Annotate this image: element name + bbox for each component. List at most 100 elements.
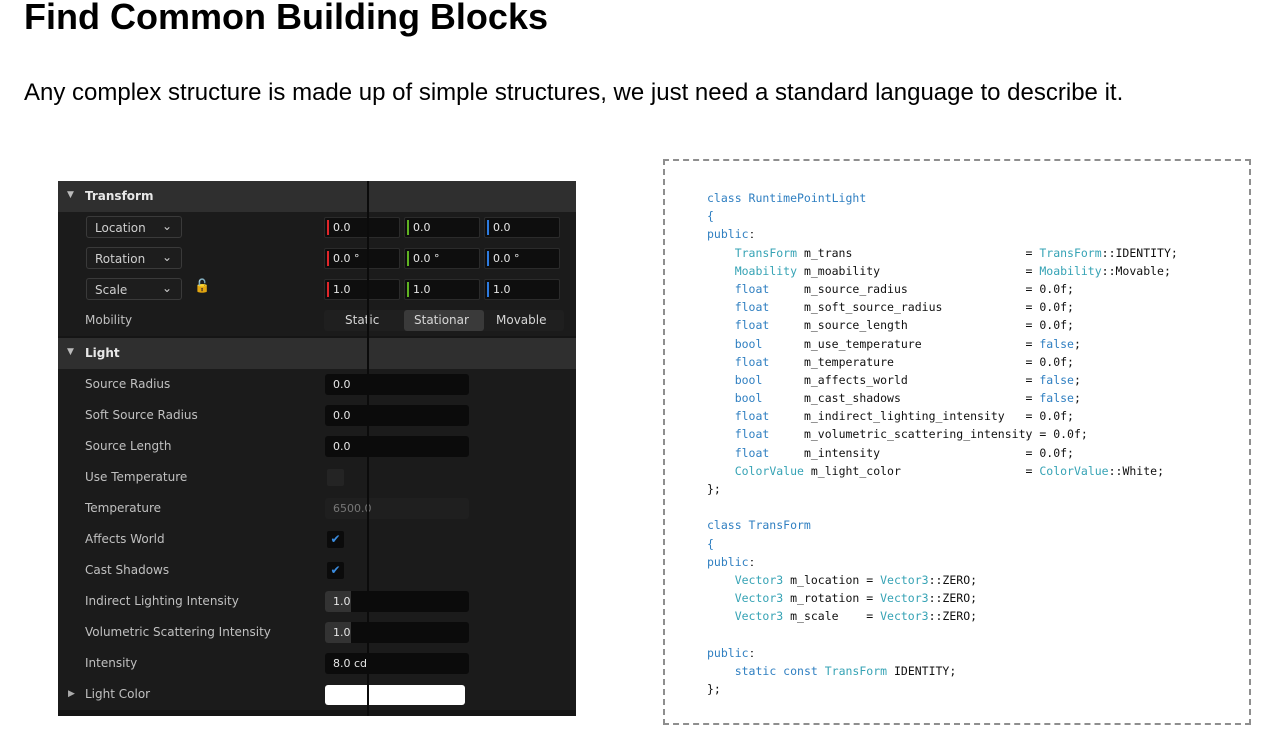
code-token: ː	[748, 554, 756, 569]
location-row: Location ⌄ 0.0 0.0 0.0	[58, 212, 576, 243]
code-token: m_source_radius = 0.0f;	[769, 281, 1074, 296]
collapse-arrow-icon[interactable]: ▼	[67, 190, 74, 200]
code-line: bool m_cast_shadows = false;	[707, 389, 1178, 407]
checkmark-icon: ✔	[330, 532, 341, 546]
code-line: TransForm m_trans = TransForm::IDENTITY;	[707, 244, 1178, 262]
code-token: m_use_temperature =	[762, 336, 1040, 351]
code-token: bool	[734, 391, 763, 406]
use-temperature-row: Use Temperature	[58, 462, 576, 493]
code-token: public	[707, 554, 749, 569]
source-length-field[interactable]: 0.0	[325, 436, 469, 457]
code-line: float m_soft_source_radius = 0.0f;	[707, 298, 1178, 316]
code-token: m_light_color =	[803, 463, 1040, 478]
code-token: };	[707, 682, 721, 697]
scale-row: Scale ⌄ 🔓 1.0 1.0 1.0	[58, 274, 576, 305]
code-token: ::ZERO;	[928, 572, 978, 587]
code-token: ː	[748, 645, 756, 660]
code-line: Moability m_moability = Moability::Movab…	[707, 262, 1178, 280]
code-token: bool	[734, 372, 763, 387]
code-token: Vector3	[880, 609, 929, 624]
mobility-static-option[interactable]: Static	[345, 313, 379, 327]
code-token: IDENTITY;	[887, 663, 957, 678]
code-token: false	[1039, 336, 1074, 351]
volumetric-scattering-row: Volumetric Scattering Intensity 1.0	[58, 617, 576, 648]
code-line: ColorValue m_light_color = ColorValue::W…	[707, 462, 1178, 480]
chevron-down-icon: ⌄	[161, 219, 172, 233]
rotation-dropdown[interactable]: Rotation ⌄	[86, 247, 182, 269]
code-token: TransForm	[734, 245, 798, 260]
scale-dropdown[interactable]: Scale ⌄	[86, 278, 182, 300]
scale-z-field[interactable]: 1.0	[484, 279, 560, 300]
section-title: Transform	[85, 189, 154, 203]
column-divider	[367, 181, 369, 716]
mobility-stationary-option[interactable]: Stationar	[414, 313, 469, 327]
rotation-y-field[interactable]: 0.0 °	[404, 248, 480, 269]
cast-shadows-checkbox[interactable]: ✔	[327, 562, 344, 579]
code-token: false	[1039, 391, 1074, 406]
affects-world-row: Affects World ✔	[58, 524, 576, 555]
code-token: ::ZERO;	[928, 591, 978, 606]
code-token: };	[707, 482, 721, 496]
unlock-icon[interactable]: 🔓	[194, 279, 210, 294]
mobility-movable-option[interactable]: Movable	[496, 313, 546, 327]
affects-world-checkbox[interactable]: ✔	[327, 531, 344, 548]
source-length-row: Source Length 0.0	[58, 431, 576, 462]
code-token: ::White;	[1108, 463, 1164, 478]
temperature-field[interactable]: 6500.0	[325, 498, 469, 519]
code-token: float	[734, 427, 770, 442]
use-temperature-checkbox[interactable]	[327, 469, 344, 486]
collapse-arrow-icon[interactable]: ▼	[67, 347, 74, 357]
code-token: bool	[734, 336, 763, 351]
code-line: float m_indirect_lighting_intensity = 0.…	[707, 407, 1178, 425]
slide-title: Find Common Building Blocks	[24, 0, 548, 37]
location-z-field[interactable]: 0.0	[484, 217, 560, 238]
code-token: float	[734, 409, 770, 424]
source-radius-field[interactable]: 0.0	[325, 374, 469, 395]
location-dropdown[interactable]: Location ⌄	[86, 216, 182, 238]
intensity-field[interactable]: 8.0 cd	[325, 653, 469, 674]
code-line: publicː	[707, 225, 1178, 243]
code-token: ::ZERO;	[928, 609, 978, 624]
cast-shadows-row: Cast Shadows ✔	[58, 555, 576, 586]
location-y-field[interactable]: 0.0	[404, 217, 480, 238]
indirect-lighting-field[interactable]: 1.0	[325, 591, 469, 612]
code-token: float	[734, 445, 770, 460]
slide-subtitle: Any complex structure is made up of simp…	[24, 79, 1124, 106]
code-token: Moability	[734, 263, 798, 278]
code-token: float	[734, 354, 770, 369]
code-token: static const	[734, 663, 818, 678]
volumetric-scattering-field[interactable]: 1.0	[325, 622, 469, 643]
code-token: ;	[1073, 372, 1081, 387]
code-token: public	[707, 227, 749, 242]
location-x-field[interactable]: 0.0	[324, 217, 400, 238]
code-line: class TransForm	[707, 516, 1178, 534]
code-line: publicː	[707, 644, 1178, 662]
scale-x-field[interactable]: 1.0	[324, 279, 400, 300]
code-token: false	[1039, 372, 1074, 387]
soft-source-radius-row: Soft Source Radius 0.0	[58, 400, 576, 431]
mobility-label: Mobility	[85, 313, 133, 327]
section-light[interactable]: ▼ Light	[58, 338, 576, 369]
details-panel: ▼ Transform Location ⌄ 0.0 0.0 0.0 Rotat…	[58, 181, 576, 716]
code-line: float m_volumetric_scattering_intensity …	[707, 425, 1178, 443]
mobility-segmented-control: Static Stationar Movable	[324, 310, 564, 331]
code-token: Vector3	[880, 572, 929, 587]
section-transform[interactable]: ▼ Transform	[58, 181, 576, 212]
rotation-x-field[interactable]: 0.0 °	[324, 248, 400, 269]
light-color-row: ▶ Light Color	[58, 679, 576, 710]
expand-arrow-icon[interactable]: ▶	[68, 689, 75, 699]
soft-source-radius-field[interactable]: 0.0	[325, 405, 469, 426]
light-color-swatch[interactable]	[325, 685, 465, 705]
rotation-z-field[interactable]: 0.0 °	[484, 248, 560, 269]
scale-y-field[interactable]: 1.0	[404, 279, 480, 300]
